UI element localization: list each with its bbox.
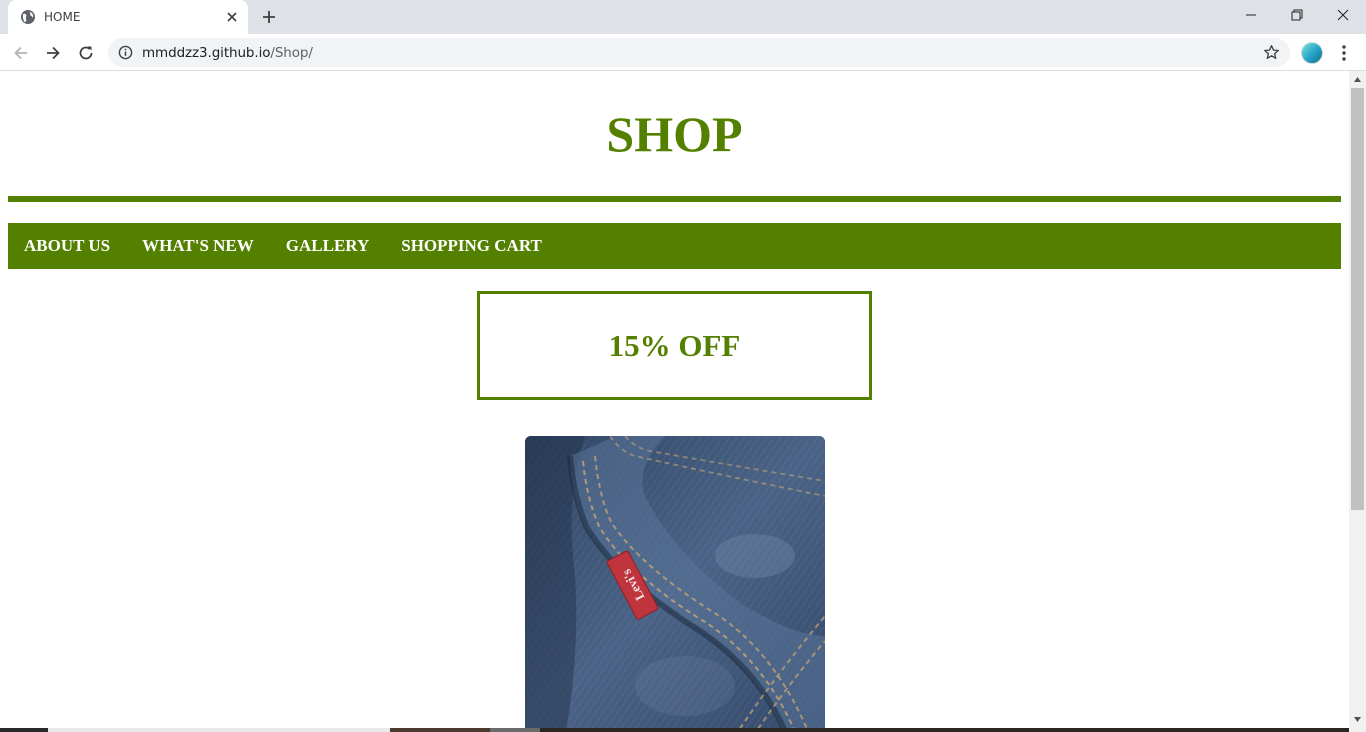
scroll-up-arrow-icon[interactable] (1353, 75, 1362, 84)
close-icon (1337, 9, 1349, 21)
scroll-thumb[interactable] (1351, 88, 1364, 510)
main-nav: ABOUT US WHAT'S NEW GALLERY SHOPPING CAR… (8, 223, 1341, 269)
scroll-down-arrow-icon[interactable] (1353, 715, 1362, 724)
page-viewport: SHOP ABOUT US WHAT'S NEW GALLERY SHOPPIN… (0, 71, 1349, 732)
restore-button[interactable] (1274, 0, 1320, 30)
reload-icon (79, 46, 93, 60)
back-button[interactable] (10, 42, 32, 64)
forward-button[interactable] (42, 42, 64, 64)
browser-toolbar: mmddzz3.github.io/Shop/ (0, 34, 1366, 71)
address-bar[interactable]: mmddzz3.github.io/Shop/ (108, 38, 1290, 67)
page-scrollbar[interactable] (1349, 71, 1366, 732)
window-close-button[interactable] (1320, 0, 1366, 30)
nav-whats-new[interactable]: WHAT'S NEW (126, 236, 270, 256)
nav-about-us[interactable]: ABOUT US (8, 236, 126, 256)
reload-button[interactable] (75, 42, 97, 64)
restore-icon (1291, 9, 1303, 21)
arrow-right-icon (47, 46, 60, 60)
nav-gallery[interactable]: GALLERY (270, 236, 385, 256)
taskbar-edge (0, 728, 1349, 732)
close-icon[interactable] (224, 9, 240, 25)
minimize-icon (1246, 14, 1256, 16)
nav-shopping-cart[interactable]: SHOPPING CART (385, 236, 558, 256)
star-icon[interactable] (1263, 44, 1280, 61)
tab-strip: HOME (0, 0, 1366, 34)
title-divider (8, 196, 1341, 202)
browser-tab[interactable]: HOME (8, 0, 248, 34)
product-image: Levi's (525, 436, 825, 732)
promo-text: 15% OFF (608, 327, 741, 363)
tab-title: HOME (44, 10, 81, 24)
globe-icon (21, 10, 35, 24)
more-vertical-icon[interactable] (1336, 43, 1352, 63)
url-path: /Shop/ (270, 45, 313, 61)
page-title: SHOP (606, 106, 743, 162)
profile-avatar[interactable] (1301, 42, 1323, 64)
plus-icon[interactable] (260, 8, 278, 26)
minimize-button[interactable] (1228, 0, 1274, 30)
promo-box: 15% OFF (477, 291, 872, 400)
url-text: mmddzz3.github.io/Shop/ (142, 45, 313, 61)
url-host: mmddzz3.github.io (142, 45, 271, 61)
arrow-left-icon (14, 46, 27, 60)
info-icon[interactable] (118, 45, 133, 60)
denim-jeans-pocket-photo: Levi's (525, 436, 825, 732)
